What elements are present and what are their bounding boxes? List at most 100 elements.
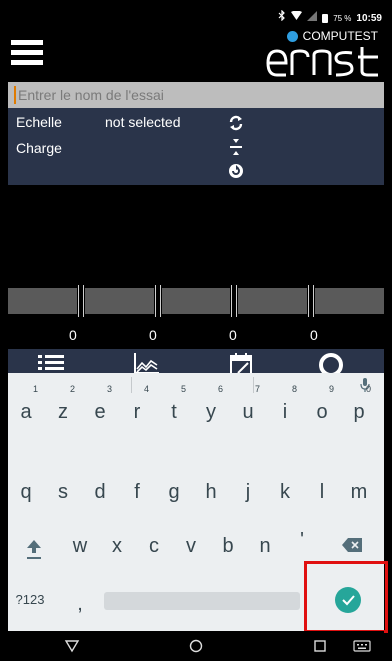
key[interactable]: y 6 [195, 384, 227, 427]
key[interactable]: o 9 [306, 384, 338, 427]
key[interactable]: w [64, 525, 96, 561]
brand-tagline: COMPUTEST [286, 29, 378, 43]
brand-logo: COMPUTEST [262, 28, 382, 82]
hamburger-menu-icon[interactable] [11, 37, 43, 67]
checkmark-icon [342, 595, 355, 606]
keyboard-switch-icon[interactable] [352, 638, 372, 654]
shift-key-icon[interactable] [24, 537, 44, 561]
key[interactable]: q [10, 471, 42, 507]
key-hint: 8 [291, 384, 297, 394]
key[interactable]: a 1 [10, 384, 42, 427]
graph-area [8, 185, 384, 285]
key-letter: p [353, 401, 365, 423]
measurement-values: 0 0 0 0 [8, 325, 384, 347]
key-letter: e [94, 401, 106, 423]
test-name-field-wrap [8, 82, 384, 108]
key-hint: 3 [106, 384, 112, 394]
brand-dot-icon [286, 30, 298, 42]
key[interactable]: f [121, 471, 153, 507]
measurement-bars [8, 285, 384, 317]
key[interactable]: m [343, 471, 375, 507]
calendar-icon[interactable] [228, 353, 254, 373]
comma-key[interactable]: , [64, 583, 96, 619]
key-hint: 4 [143, 384, 149, 394]
key-letter: z [58, 401, 68, 423]
key[interactable]: ' [286, 519, 318, 555]
key[interactable]: v [175, 525, 207, 561]
key[interactable]: z 2 [47, 384, 79, 427]
reset-icon[interactable] [228, 163, 244, 179]
divide-icon[interactable] [228, 137, 244, 157]
key[interactable]: j [232, 471, 264, 507]
ernst-logo [266, 47, 378, 77]
scale-label: Echelle [16, 114, 62, 130]
key[interactable]: b [212, 525, 244, 561]
key[interactable]: c [138, 525, 170, 561]
key-letter: i [282, 401, 288, 423]
back-icon[interactable] [64, 638, 80, 654]
system-nav-bar [8, 631, 384, 661]
key[interactable]: l [306, 471, 338, 507]
location-icon[interactable] [318, 353, 344, 373]
measurement-value: 0 [229, 327, 237, 343]
key[interactable]: x [101, 525, 133, 561]
key-hint: 5 [180, 384, 186, 394]
key-hint: 0 [365, 384, 371, 394]
key-hint: 2 [69, 384, 75, 394]
key-hint: 1 [32, 384, 38, 394]
key[interactable]: s [47, 471, 79, 507]
info-panel: Echelle not selected Charge [8, 108, 384, 185]
key-letter: y [206, 401, 216, 423]
load-label: Charge [16, 140, 62, 156]
measurement-bar [84, 288, 154, 314]
key[interactable]: e 3 [84, 384, 116, 427]
measurement-bar [315, 288, 384, 314]
signal-icon [307, 10, 318, 26]
key[interactable]: p 0 [343, 384, 375, 427]
key-letter: o [316, 401, 328, 423]
app-screen: 75 % 10:59 COMPUTEST Entrer le nom de l'… [0, 0, 392, 661]
refresh-icon[interactable] [228, 115, 244, 131]
key[interactable]: r 4 [121, 384, 153, 427]
clock: 10:59 [356, 12, 382, 24]
wifi-icon [291, 10, 303, 25]
key-hint: 6 [217, 384, 223, 394]
enter-key[interactable] [335, 587, 361, 613]
key-letter: u [242, 401, 254, 423]
space-bar[interactable] [104, 592, 300, 610]
app-header: 75 % 10:59 COMPUTEST [8, 9, 384, 82]
list-icon[interactable] [38, 353, 64, 373]
bar-separator [154, 285, 161, 317]
on-screen-keyboard: a 1 z 2 e 3 r 4 t 5 y 6 u 7 i 8 o 9 p 0 … [6, 373, 388, 633]
measurement-bar [161, 288, 231, 314]
recents-icon[interactable] [312, 638, 328, 654]
symbols-key[interactable]: ?123 [6, 579, 54, 615]
bar-separator [308, 285, 315, 317]
key[interactable]: g [158, 471, 190, 507]
test-name-input[interactable] [16, 83, 380, 107]
measurement-bar [238, 288, 308, 314]
key[interactable]: k [269, 471, 301, 507]
bar-separator [231, 285, 238, 317]
bar-separator [77, 285, 84, 317]
battery-percent: 75 % [333, 13, 352, 23]
key[interactable]: i 8 [269, 384, 301, 427]
measurement-value: 0 [310, 327, 318, 343]
bluetooth-icon [278, 9, 286, 26]
status-bar: 75 % 10:59 [278, 9, 382, 26]
key[interactable]: t 5 [158, 384, 190, 427]
measurement-value: 0 [69, 327, 77, 343]
key[interactable]: h [195, 471, 227, 507]
key[interactable]: n [249, 525, 281, 561]
chart-icon[interactable] [133, 353, 159, 373]
key-hint: 9 [328, 384, 334, 394]
key-hint: 7 [254, 384, 260, 394]
brand-text: COMPUTEST [302, 29, 378, 43]
home-icon[interactable] [188, 638, 204, 654]
key[interactable]: u 7 [232, 384, 264, 427]
measurement-bar [8, 288, 77, 314]
scale-value: not selected [105, 114, 181, 130]
key[interactable]: d [84, 471, 116, 507]
backspace-icon[interactable] [342, 538, 362, 552]
key-letter: a [20, 401, 32, 423]
